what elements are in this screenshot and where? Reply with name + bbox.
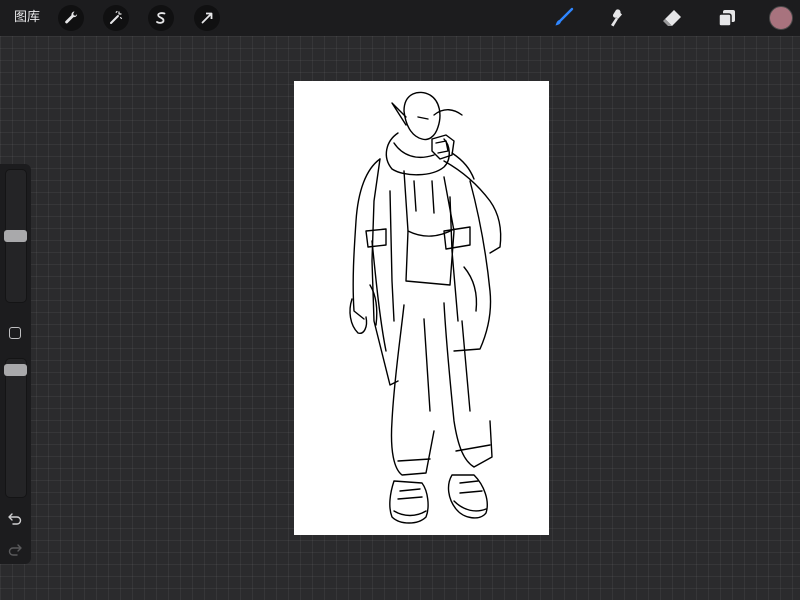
redo-icon[interactable] bbox=[7, 541, 23, 557]
brush-opacity-slider-handle[interactable] bbox=[4, 364, 27, 377]
color-picker-button[interactable] bbox=[769, 6, 793, 30]
line-art-illustration bbox=[349, 91, 502, 524]
smudge-button[interactable] bbox=[605, 5, 631, 31]
wrench-icon bbox=[65, 11, 78, 24]
brush-opacity-slider[interactable] bbox=[5, 358, 27, 498]
selection-button[interactable] bbox=[148, 5, 174, 31]
adjustments-button[interactable] bbox=[103, 5, 129, 31]
layers-button[interactable] bbox=[714, 5, 740, 31]
brush-icon bbox=[555, 7, 574, 26]
magic-wand-icon bbox=[110, 10, 123, 24]
modify-square-icon[interactable] bbox=[9, 327, 21, 339]
left-sidebar bbox=[0, 164, 31, 564]
undo-icon[interactable] bbox=[7, 510, 23, 526]
drawing-canvas[interactable] bbox=[294, 81, 549, 535]
transform-button[interactable] bbox=[194, 5, 220, 31]
brush-button[interactable] bbox=[550, 5, 576, 31]
actions-button[interactable] bbox=[58, 5, 84, 31]
eraser-button[interactable] bbox=[659, 5, 685, 31]
brush-size-slider-handle[interactable] bbox=[4, 230, 27, 242]
layers-icon bbox=[718, 10, 735, 27]
gallery-button[interactable]: 图库 bbox=[14, 9, 40, 27]
arrow-cursor-icon bbox=[201, 12, 213, 24]
selection-s-icon bbox=[156, 12, 166, 24]
top-toolbar: 图库 bbox=[0, 0, 800, 36]
eraser-icon bbox=[663, 10, 681, 26]
smudge-icon bbox=[611, 9, 622, 27]
